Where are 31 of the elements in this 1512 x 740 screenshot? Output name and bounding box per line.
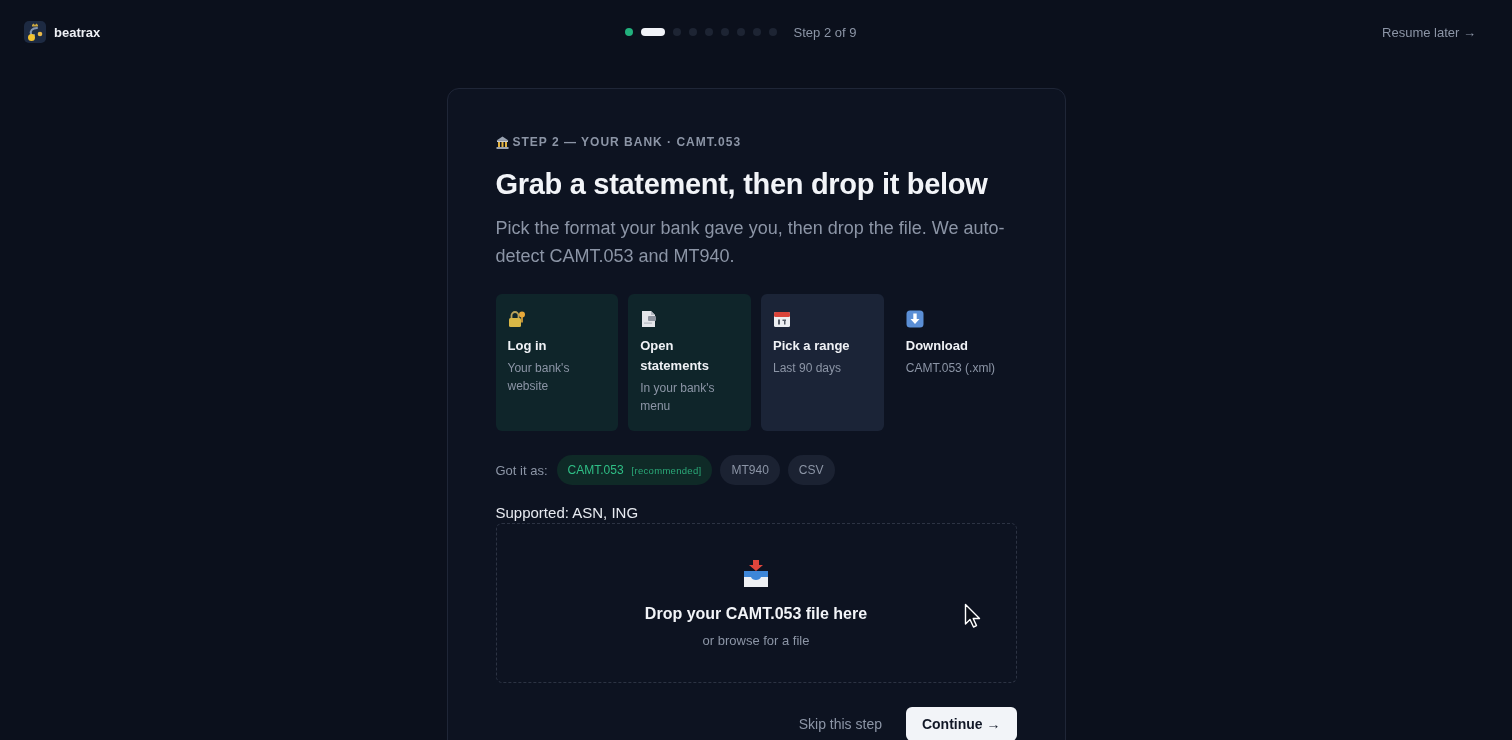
step-detail: In your bank's menu [640,380,716,415]
step-eyebrow: STEP 2 — YOUR BANK · CAMT.053 [512,135,742,149]
document-page-icon [640,310,659,328]
format-chip[interactable]: CSV [787,455,835,485]
browse-hint: or browse for a file [702,632,810,650]
format-chip[interactable]: MT940 [720,455,780,485]
calendar-icon [773,310,791,328]
file-drop-zone[interactable]: Drop your CAMT.053 file here or browse for a file [495,523,1017,683]
format-label: Got it as: [495,462,548,478]
step-counter: Step 2 of 9 [793,24,857,40]
mouse-pointer-icon [963,603,982,629]
inbox-tray-icon [741,559,771,589]
drop-zone-title: Drop your CAMT.053 file here [644,604,868,624]
step-detail: Last 90 days [773,360,842,377]
supported-banks-text: Supported: ASN, ING [495,503,640,523]
bank-building-icon [495,135,509,149]
intro-text: Pick the format your bank gave you, then drop the file. We auto-detect CAMT.053 and MT940. [495,217,1006,268]
step-title: Open statements [640,337,710,375]
continue-button[interactable]: Continue → [905,707,1017,740]
padlock-key-icon [507,310,526,328]
page-heading: Grab a statement, then drop it below [495,167,989,202]
skip-step-button[interactable]: Skip this step [790,716,890,732]
brand-name: beatrax [54,24,101,40]
step-title: Download [905,337,968,355]
step-detail: Your bank's website [507,360,571,395]
logo-icon [24,21,46,43]
step-title: Pick a range [773,337,850,355]
step-title: Log in [507,337,547,355]
resume-later-link[interactable]: Resume later → [1382,24,1476,40]
step-detail: CAMT.053 (.xml) [905,360,996,377]
format-chip[interactable]: CAMT.053 [recommended] [556,455,713,485]
